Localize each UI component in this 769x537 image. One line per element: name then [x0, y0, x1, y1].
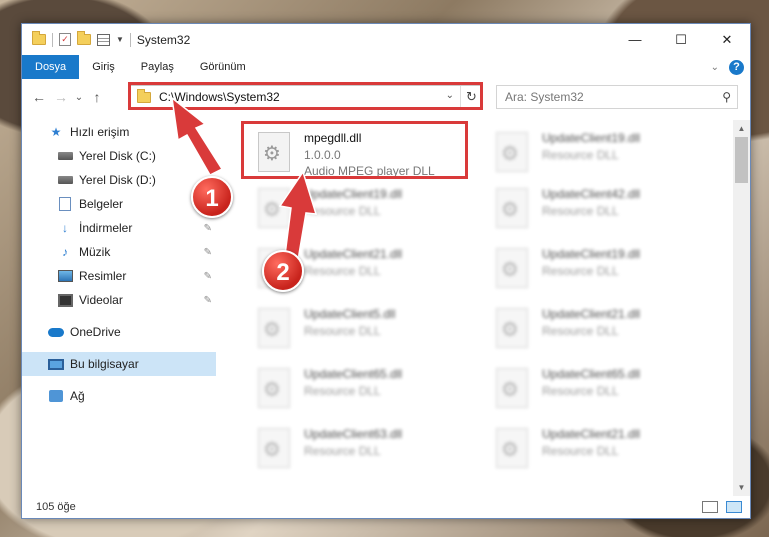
file-item[interactable]: UpdateClient19.dll Resource DLL — [242, 182, 467, 238]
scroll-up-icon[interactable]: ▲ — [733, 120, 750, 137]
sidebar-item-belgeler[interactable]: Belgeler — [22, 192, 216, 216]
file-item[interactable]: UpdateClient19.dll Resource DLL — [480, 126, 705, 182]
back-arrow-icon[interactable]: ← — [28, 89, 50, 105]
sidebar-item-network[interactable]: Ağ — [22, 384, 216, 408]
file-item[interactable]: UpdateClient21.dll Resource DLL — [480, 302, 705, 358]
sidebar-item-videolar[interactable]: Videolar ✎ — [22, 288, 216, 312]
maximize-button[interactable]: ☐ — [658, 24, 704, 55]
videos-icon — [57, 293, 73, 307]
item-count: 105 öğe — [36, 501, 76, 513]
dll-file-icon — [496, 368, 528, 408]
sidebar-item-quick-access[interactable]: ★ Hızlı erişim — [22, 120, 216, 144]
dll-file-icon — [496, 188, 528, 228]
onedrive-cloud-icon — [48, 327, 64, 337]
status-bar: 105 öğe — [22, 496, 750, 518]
tiles-view-icon[interactable] — [726, 501, 742, 513]
tab-paylas[interactable]: Paylaş — [128, 55, 187, 79]
customize-icon[interactable] — [97, 33, 110, 46]
pin-icon[interactable]: ✎ — [204, 271, 212, 282]
folder-icon — [32, 31, 46, 45]
qa-dropdown-icon[interactable]: ▼ — [116, 35, 124, 44]
disk-icon — [57, 152, 73, 160]
computer-icon — [48, 358, 64, 370]
tab-giris[interactable]: Giriş — [79, 55, 128, 79]
ribbon-tabs: Dosya Giriş Paylaş Görünüm ⌄ ? — [22, 55, 750, 79]
file-item[interactable]: UpdateClient21.dll Resource DLL — [480, 422, 705, 478]
file-item[interactable]: UpdateClient5.dll Resource DLL — [242, 302, 467, 358]
dll-file-icon — [496, 428, 528, 468]
file-item[interactable]: UpdateClient19.dll Resource DLL — [480, 242, 705, 298]
recent-locations-icon[interactable]: ⌄ — [72, 92, 86, 103]
sidebar-item-indirmeler[interactable]: ↓ İndirmeler ✎ — [22, 216, 216, 240]
sidebar-item-disk-d[interactable]: Yerel Disk (D:) — [22, 168, 216, 192]
minimize-button[interactable]: — — [612, 24, 658, 55]
music-icon: ♪ — [62, 245, 68, 259]
quick-access-toolbar: ✓ ▼ — [22, 31, 131, 47]
scroll-thumb[interactable] — [735, 137, 748, 183]
sidebar-item-disk-c[interactable]: Yerel Disk (C:) ✎ — [22, 144, 216, 168]
pictures-icon — [57, 270, 73, 282]
expand-ribbon-icon[interactable]: ⌄ — [711, 62, 719, 73]
navigation-pane: ★ Hızlı erişim Yerel Disk (C:) ✎ Yerel D… — [22, 120, 216, 496]
pin-icon[interactable]: ✎ — [204, 247, 212, 258]
star-icon: ★ — [50, 125, 62, 139]
help-icon[interactable]: ? — [729, 59, 744, 75]
properties-check-icon[interactable]: ✓ — [59, 33, 71, 46]
search-input[interactable]: Ara: System32 ⚲ — [496, 85, 738, 109]
file-item[interactable]: UpdateClient63.dll Resource DLL — [242, 422, 467, 478]
sidebar-item-resimler[interactable]: Resimler ✎ — [22, 264, 216, 288]
pin-icon[interactable]: ✎ — [204, 295, 212, 306]
dll-file-icon — [496, 308, 528, 348]
sidebar-item-this-pc[interactable]: Bu bilgisayar — [22, 352, 216, 376]
forward-arrow-icon[interactable]: → — [50, 89, 72, 105]
search-icon[interactable]: ⚲ — [722, 86, 731, 108]
up-arrow-icon[interactable]: ↑ — [86, 89, 108, 105]
search-placeholder: Ara: System32 — [505, 90, 584, 104]
tab-gorunum[interactable]: Görünüm — [187, 55, 259, 79]
close-button[interactable]: ✕ — [704, 24, 750, 55]
sidebar-item-muzik[interactable]: ♪ Müzik ✎ — [22, 240, 216, 264]
documents-icon — [59, 197, 71, 211]
pin-icon[interactable]: ✎ — [204, 223, 212, 234]
dll-file-icon — [258, 428, 290, 468]
file-item[interactable]: UpdateClient65.dll Resource DLL — [242, 362, 467, 418]
new-folder-icon[interactable] — [77, 31, 91, 45]
dll-file-icon — [258, 368, 290, 408]
tab-dosya[interactable]: Dosya — [22, 55, 80, 79]
details-view-icon[interactable] — [702, 501, 718, 513]
file-item[interactable]: UpdateClient65.dll Resource DLL — [480, 362, 705, 418]
window-title: System32 — [136, 32, 191, 47]
address-bar-highlight — [128, 82, 483, 110]
downloads-icon: ↓ — [62, 221, 68, 235]
file-item[interactable]: UpdateClient42.dll Resource DLL — [480, 182, 705, 238]
file-highlight — [241, 121, 468, 179]
scroll-down-icon[interactable]: ▼ — [733, 479, 750, 496]
dll-file-icon — [258, 188, 290, 228]
network-icon — [49, 390, 63, 402]
vertical-scrollbar[interactable]: ▲ ▼ — [733, 120, 750, 496]
dll-file-icon — [496, 248, 528, 288]
dll-file-icon — [258, 308, 290, 348]
dll-file-icon — [496, 132, 528, 172]
pin-icon[interactable]: ✎ — [204, 151, 212, 162]
step-1-badge: 1 — [191, 176, 233, 218]
step-2-badge: 2 — [262, 250, 304, 292]
disk-icon — [57, 176, 73, 184]
title-bar: ✓ ▼ System32 — ☐ ✕ — [22, 24, 750, 55]
sidebar-item-onedrive[interactable]: OneDrive — [22, 320, 216, 344]
